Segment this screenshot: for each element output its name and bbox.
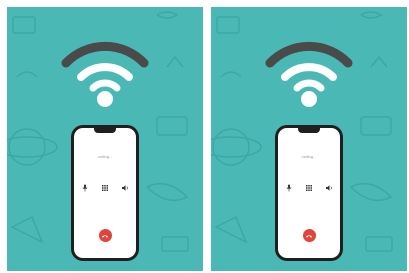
wifi-arc-outer — [265, 41, 353, 68]
phone-notch — [94, 128, 116, 133]
speaker-icon — [122, 185, 128, 191]
phone-hangup-icon — [306, 234, 312, 238]
wifi-dot — [301, 91, 317, 107]
phone-hangup-icon — [102, 234, 108, 238]
smartphone: calling... — [275, 125, 343, 261]
phone-screen: calling... — [74, 128, 136, 258]
wifi-dot — [97, 91, 113, 107]
call-controls — [74, 182, 136, 194]
keypad-button[interactable] — [303, 182, 315, 194]
wifi-arc-middle — [281, 63, 337, 81]
mic-icon — [286, 184, 292, 192]
call-status-text: calling... — [97, 154, 113, 159]
wifi-arc-inner — [293, 79, 325, 92]
wifi-arc-outer — [61, 41, 149, 68]
illustration-panel-right: calling... — [211, 7, 407, 271]
mute-button[interactable] — [79, 182, 91, 194]
wifi-arc-middle — [77, 63, 133, 81]
smartphone: calling... — [71, 125, 139, 261]
end-call-button[interactable] — [98, 229, 112, 242]
keypad-icon — [102, 185, 108, 191]
mute-button[interactable] — [283, 182, 295, 194]
call-status-text: calling... — [301, 154, 317, 159]
wifi-icon — [61, 41, 149, 107]
speaker-icon — [326, 185, 332, 191]
keypad-icon — [306, 185, 312, 191]
phone-notch — [298, 128, 320, 133]
speaker-button[interactable] — [323, 182, 335, 194]
call-controls — [278, 182, 340, 194]
wifi-icon — [265, 41, 353, 107]
keypad-button[interactable] — [99, 182, 111, 194]
mic-icon — [82, 184, 88, 192]
phone-screen: calling... — [278, 128, 340, 258]
illustration-panel-left: calling... — [7, 7, 203, 271]
speaker-button[interactable] — [119, 182, 131, 194]
wifi-arc-inner — [89, 79, 121, 92]
end-call-button[interactable] — [302, 229, 316, 242]
